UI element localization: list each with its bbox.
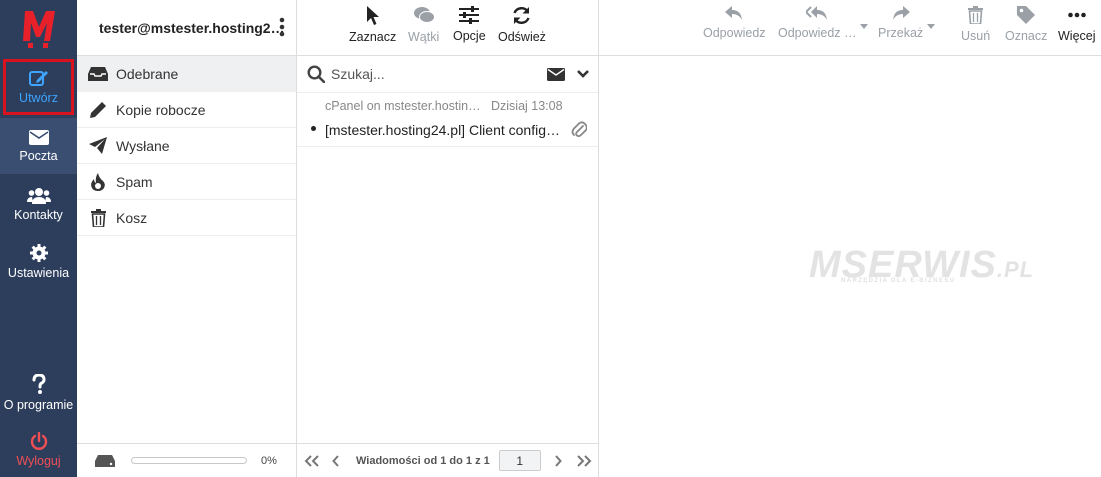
refresh-icon bbox=[513, 7, 531, 24]
folder-label: Wysłane bbox=[116, 137, 170, 154]
options-label: Opcje bbox=[453, 29, 486, 43]
more-button[interactable]: Więcej bbox=[1058, 6, 1096, 43]
kebab-menu-icon[interactable] bbox=[279, 17, 285, 37]
question-icon bbox=[32, 374, 46, 394]
power-icon bbox=[30, 432, 47, 450]
more-dots-icon bbox=[1067, 12, 1086, 18]
first-page-icon[interactable] bbox=[302, 454, 322, 467]
gear-icon bbox=[29, 244, 48, 262]
preview-panel: Odpowiedz Odpowiedz … Przekaż Usuń Oznac… bbox=[599, 0, 1101, 477]
delete-label: Usuń bbox=[961, 29, 991, 43]
next-page-icon[interactable] bbox=[548, 454, 568, 467]
folder-inbox[interactable]: Odebrane bbox=[77, 56, 296, 92]
inbox-icon bbox=[87, 66, 109, 81]
forward-icon bbox=[892, 6, 910, 20]
logout-label: Wyloguj bbox=[16, 454, 61, 468]
message-toolbar: Odpowiedz Odpowiedz … Przekaż Usuń Oznac… bbox=[599, 0, 1101, 56]
reply-icon bbox=[725, 6, 743, 20]
mark-button[interactable]: Oznacz bbox=[1005, 6, 1047, 43]
hdd-icon bbox=[95, 454, 115, 467]
forward-dropdown-icon[interactable] bbox=[927, 24, 935, 29]
reply-button[interactable]: Odpowiedz bbox=[703, 6, 766, 40]
forward-label: Przekaż bbox=[878, 26, 924, 40]
folder-label: Spam bbox=[116, 173, 153, 190]
account-header[interactable]: tester@mstester.hosting2… bbox=[77, 0, 296, 56]
page-number-input[interactable] bbox=[498, 450, 541, 471]
about-label: O programie bbox=[3, 398, 74, 412]
more-label: Więcej bbox=[1058, 29, 1096, 43]
delete-button[interactable]: Usuń bbox=[961, 6, 990, 43]
reply-label: Odpowiedz bbox=[703, 26, 766, 40]
settings-label: Ustawienia bbox=[7, 266, 70, 280]
folder-label: Odebrane bbox=[116, 65, 179, 82]
message-list-panel: Zaznacz Wątki Opcje Odśwież cPanel on ms… bbox=[297, 0, 599, 477]
message-subject: [mstester.hosting24.pl] Client config… bbox=[325, 122, 561, 138]
reply-all-button[interactable]: Odpowiedz … bbox=[778, 6, 857, 40]
select-button[interactable]: Zaznacz bbox=[349, 6, 396, 44]
options-button[interactable]: Opcje bbox=[453, 6, 486, 43]
select-label: Zaznacz bbox=[349, 30, 397, 44]
sliders-icon bbox=[459, 6, 480, 24]
account-name: tester@mstester.hosting2… bbox=[99, 19, 285, 36]
folder-trash[interactable]: Kosz bbox=[77, 200, 296, 236]
reply-all-label: Odpowiedz … bbox=[778, 26, 857, 40]
settings-button[interactable]: Ustawienia bbox=[0, 234, 77, 290]
folder-panel: tester@mstester.hosting2… Odebrane Kopie… bbox=[77, 0, 297, 477]
app-logo[interactable] bbox=[0, 0, 77, 56]
contacts-button[interactable]: Kontakty bbox=[0, 176, 77, 232]
mail-button[interactable]: Poczta bbox=[0, 118, 77, 174]
trash-icon bbox=[968, 6, 984, 24]
message-count: Wiadomości od 1 do 1 z 1 bbox=[356, 454, 490, 467]
folder-label: Kopie robocze bbox=[116, 101, 206, 118]
unread-dot-icon[interactable] bbox=[311, 126, 316, 131]
logout-button[interactable]: Wyloguj bbox=[0, 423, 77, 477]
threads-label: Wątki bbox=[408, 30, 440, 44]
paper-plane-icon bbox=[87, 137, 109, 154]
chevron-down-icon[interactable] bbox=[577, 70, 589, 78]
list-pager: Wiadomości od 1 do 1 z 1 bbox=[297, 443, 598, 477]
forward-button[interactable]: Przekaż bbox=[878, 6, 923, 40]
search-input[interactable] bbox=[331, 66, 531, 82]
main-nav: Utwórz Poczta Kontakty Ustawienia O prog… bbox=[0, 0, 77, 477]
tag-icon bbox=[1017, 6, 1036, 24]
comments-icon bbox=[413, 7, 435, 23]
search-icon bbox=[307, 65, 325, 83]
pencil-icon bbox=[87, 101, 109, 119]
paperclip-icon bbox=[571, 121, 587, 138]
contacts-label: Kontakty bbox=[14, 207, 63, 222]
envelope-filter-icon[interactable] bbox=[547, 68, 565, 81]
envelope-icon bbox=[28, 129, 49, 145]
search-bar bbox=[297, 56, 598, 93]
folder-label: Kosz bbox=[116, 209, 148, 226]
list-toolbar: Zaznacz Wątki Opcje Odśwież bbox=[297, 0, 598, 56]
quota-progress bbox=[131, 457, 247, 464]
threads-button[interactable]: Wątki bbox=[408, 6, 439, 44]
folder-drafts[interactable]: Kopie robocze bbox=[77, 92, 296, 128]
mark-label: Oznacz bbox=[1005, 29, 1048, 43]
trash-icon bbox=[87, 208, 109, 227]
cursor-icon bbox=[366, 6, 379, 25]
reply-all-icon bbox=[806, 6, 828, 20]
about-button[interactable]: O programie bbox=[0, 365, 77, 421]
compose-button[interactable]: Utwórz bbox=[0, 59, 77, 115]
webmail-app: Utwórz Poczta Kontakty Ustawienia O prog… bbox=[0, 0, 1101, 477]
fire-icon bbox=[87, 172, 109, 191]
message-date: Dzisiaj 13:08 bbox=[491, 99, 563, 113]
folder-spam[interactable]: Spam bbox=[77, 164, 296, 200]
folder-sent[interactable]: Wysłane bbox=[77, 128, 296, 164]
refresh-label: Odśwież bbox=[498, 30, 546, 44]
watermark-logo: MSERWIS.PL NARZĘDZIA DLA E-BIZNESU bbox=[809, 244, 1035, 286]
last-page-icon[interactable] bbox=[574, 454, 594, 467]
message-sender: cPanel on mstester.hostin… bbox=[325, 99, 481, 113]
quota-percent: 0% bbox=[261, 454, 277, 467]
mail-label: Poczta bbox=[19, 148, 58, 163]
message-row[interactable]: cPanel on mstester.hostin… Dzisiaj 13:08… bbox=[297, 93, 598, 147]
refresh-button[interactable]: Odśwież bbox=[498, 6, 546, 44]
reply-all-dropdown-icon[interactable] bbox=[860, 24, 868, 29]
highlight-frame bbox=[3, 59, 74, 115]
quota-bar: 0% bbox=[77, 443, 296, 477]
prev-page-icon[interactable] bbox=[326, 454, 346, 467]
users-icon bbox=[26, 187, 51, 204]
